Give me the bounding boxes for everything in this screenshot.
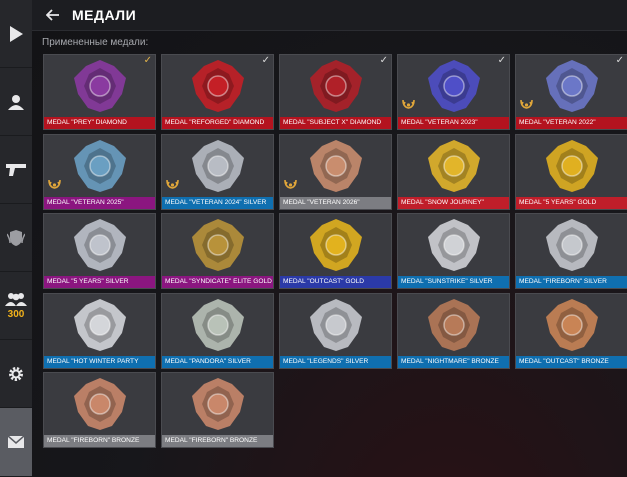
fireborn-silver-medal-icon <box>516 214 627 276</box>
medal-card[interactable]: MEDAL "5 YEARS" GOLD <box>515 133 627 210</box>
medal-card[interactable]: MEDAL "OUTCAST" GOLD <box>279 213 392 289</box>
checkmark-icon: ✓ <box>615 55 624 66</box>
medal-label: MEDAL "VETERAN 2023" <box>398 117 509 129</box>
syndicate-medal-icon <box>162 214 273 276</box>
checkmark-icon: ✓ <box>261 55 270 66</box>
medal-label: MEDAL "OUTCAST" GOLD <box>280 276 391 288</box>
medal-card[interactable]: MEDAL "5 YEARS" SILVER <box>43 213 156 289</box>
medal-label: MEDAL "5 YEARS" SILVER <box>44 276 155 288</box>
sidebar: 300 <box>0 0 32 477</box>
medal-card[interactable]: ✓ MEDAL "VETERAN 2022" <box>515 54 627 130</box>
checkmark-icon: ✓ <box>379 55 388 66</box>
pistol-icon <box>6 163 26 176</box>
medal-card[interactable]: MEDAL "SYNDICATE" ELITE GOLD <box>161 213 274 289</box>
medal-card[interactable]: MEDAL "HOT WINTER PARTY <box>43 292 156 369</box>
laurel-icon <box>402 96 415 114</box>
sunstrike-medal-icon <box>398 214 509 276</box>
medal-card[interactable]: MEDAL "PANDORA" SILVER <box>161 292 274 369</box>
medal-label: MEDAL "OUTCAST" BRONZE <box>516 355 627 368</box>
medal-label: MEDAL "HOT WINTER PARTY <box>44 355 155 368</box>
five-years-silver-medal-icon <box>44 214 155 276</box>
medal-card[interactable]: MEDAL "VETERAN 2025" <box>43 133 156 210</box>
medal-label: MEDAL "REFORGED" DIAMOND <box>162 117 273 129</box>
medal-card[interactable]: ✓ MEDAL "VETERAN 2023" <box>397 54 510 130</box>
medal-label: MEDAL "LEGENDS" SILVER <box>280 355 391 368</box>
medal-card[interactable]: MEDAL "VETERAN 2024" SILVER <box>161 133 274 210</box>
medal-label: MEDAL "NIGHTMARE" BRONZE <box>398 355 509 368</box>
medal-label: MEDAL "VETERAN 2022" <box>516 117 627 129</box>
medal-card[interactable]: MEDAL "VETERAN 2026" <box>279 133 392 210</box>
medals-panel: Примененные медали: ✓ MEDAL "PREY" DIAMON… <box>32 31 627 477</box>
medal-card[interactable]: MEDAL "FIREBORN" SILVER <box>515 213 627 289</box>
reforged-medal-icon <box>162 55 273 117</box>
friends-button[interactable]: 300 <box>0 272 32 340</box>
profile-button[interactable] <box>0 68 32 136</box>
fireborn-bronze-medal-icon <box>44 373 155 435</box>
medal-label: MEDAL "FIREBORN" BRONZE <box>162 435 273 447</box>
nightmare-medal-icon <box>398 294 509 356</box>
subject-x-medal-icon <box>280 55 391 117</box>
medal-card[interactable]: MEDAL "LEGENDS" SILVER <box>279 292 392 369</box>
medal-label: MEDAL "SUBJECT X" DIAMOND <box>280 117 391 129</box>
fireborn-bronze-medal-icon <box>162 373 273 435</box>
play-button[interactable] <box>0 0 32 68</box>
settings-button[interactable] <box>0 340 32 408</box>
medal-label: MEDAL "SNOW JOURNEY" <box>398 196 509 209</box>
outcast-gold-medal-icon <box>280 214 391 276</box>
medal-label: MEDAL "FIREBORN" BRONZE <box>44 435 155 447</box>
medal-label: MEDAL "5 YEARS" GOLD <box>516 196 627 209</box>
play-icon <box>10 25 23 42</box>
friends-count: 300 <box>7 308 25 320</box>
medal-label: MEDAL "VETERAN 2025" <box>44 196 155 209</box>
medal-card[interactable]: MEDAL "SUNSTRIKE" SILVER <box>397 213 510 289</box>
applied-medals-label: Примененные медали: <box>42 37 149 48</box>
header: МЕДАЛИ <box>32 0 627 31</box>
medal-card[interactable]: ✓ MEDAL "SUBJECT X" DIAMOND <box>279 54 392 130</box>
prey-medal-icon <box>44 55 155 117</box>
medal-label: MEDAL "VETERAN 2026" <box>280 196 391 209</box>
mail-button[interactable] <box>0 408 32 477</box>
clan-button[interactable] <box>0 204 32 272</box>
pandora-medal-icon <box>162 294 273 356</box>
laurel-icon <box>166 176 179 194</box>
medal-label: MEDAL "SYNDICATE" ELITE GOLD <box>162 276 273 288</box>
medal-card[interactable]: MEDAL "FIREBORN" BRONZE <box>161 372 274 448</box>
medal-label: MEDAL "PANDORA" SILVER <box>162 355 273 368</box>
checkmark-icon: ✓ <box>143 55 152 66</box>
snow-journey-medal-icon <box>398 135 509 197</box>
envelope-icon <box>8 436 24 448</box>
five-years-gold-medal-icon <box>516 135 627 197</box>
shield-wings-icon <box>7 229 25 246</box>
hot-winter-party-medal-icon <box>44 294 155 356</box>
medal-card[interactable]: MEDAL "OUTCAST" BRONZE <box>515 292 627 369</box>
medal-label: MEDAL "VETERAN 2024" SILVER <box>162 196 273 209</box>
back-button[interactable] <box>38 0 68 30</box>
checkmark-icon: ✓ <box>497 55 506 66</box>
medal-card[interactable]: MEDAL "SNOW JOURNEY" <box>397 133 510 210</box>
outcast-bronze-medal-icon <box>516 294 627 356</box>
laurel-icon <box>284 176 297 194</box>
friends-icon <box>5 292 27 306</box>
page-title: МЕДАЛИ <box>72 7 137 23</box>
medal-card[interactable]: MEDAL "FIREBORN" BRONZE <box>43 372 156 448</box>
laurel-icon <box>520 96 533 114</box>
medal-card[interactable]: ✓ MEDAL "REFORGED" DIAMOND <box>161 54 274 130</box>
gear-icon <box>9 366 23 381</box>
laurel-icon <box>48 176 61 194</box>
medal-label: MEDAL "FIREBORN" SILVER <box>516 276 627 288</box>
weapons-button[interactable] <box>0 136 32 204</box>
medal-card[interactable]: MEDAL "NIGHTMARE" BRONZE <box>397 292 510 369</box>
medal-card[interactable]: ✓ MEDAL "PREY" DIAMOND <box>43 54 156 130</box>
medal-label: MEDAL "PREY" DIAMOND <box>44 117 155 129</box>
arrow-left-icon <box>46 9 59 21</box>
person-icon <box>8 94 24 110</box>
medal-label: MEDAL "SUNSTRIKE" SILVER <box>398 276 509 288</box>
legends-medal-icon <box>280 294 391 356</box>
